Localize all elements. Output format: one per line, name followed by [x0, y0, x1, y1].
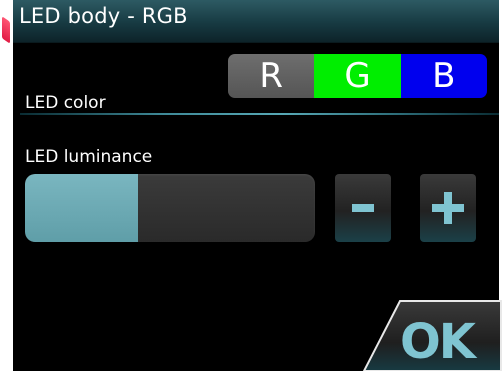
red-logo-mark-icon: [2, 16, 10, 44]
increase-luminance-button[interactable]: [420, 174, 476, 242]
color-red-label: R: [259, 56, 283, 96]
plus-icon: [432, 192, 464, 224]
decrease-luminance-button[interactable]: [335, 174, 391, 242]
ok-button-label: OK: [400, 314, 476, 370]
color-red-button[interactable]: R: [228, 54, 315, 98]
ok-button[interactable]: OK: [362, 300, 502, 371]
color-green-button[interactable]: G: [314, 54, 401, 98]
luminance-slider[interactable]: [25, 174, 315, 242]
minus-icon: [352, 204, 374, 212]
title-bar: LED body - RGB: [13, 0, 499, 43]
led-color-label: LED color: [25, 93, 106, 113]
led-luminance-label: LED luminance: [25, 147, 153, 167]
color-green-label: G: [344, 56, 371, 96]
color-blue-label: B: [432, 56, 456, 96]
led-color-selector: R G B: [228, 54, 487, 98]
color-blue-button[interactable]: B: [400, 54, 487, 98]
page-title: LED body - RGB: [19, 4, 188, 28]
section-divider: [20, 113, 499, 115]
luminance-slider-fill: [25, 174, 139, 242]
left-margin: [0, 0, 13, 371]
screen: LED body - RGB LED color R G B LED lumin…: [0, 0, 503, 371]
